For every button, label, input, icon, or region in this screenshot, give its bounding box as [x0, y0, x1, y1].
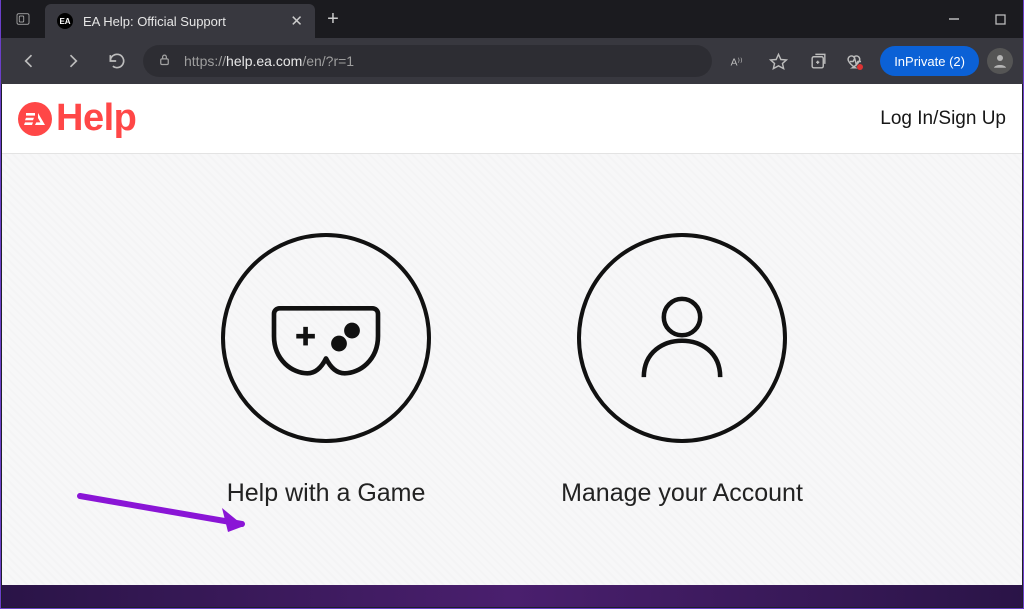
page-bottom-accent: [2, 585, 1022, 607]
person-icon: [577, 233, 787, 443]
manage-account-option[interactable]: Manage your Account: [561, 233, 803, 508]
window-controls: ✕: [931, 0, 1023, 38]
gamepad-icon: [221, 233, 431, 443]
url-text: https://help.ea.com/en/?r=1: [184, 53, 354, 69]
inprivate-indicator[interactable]: InPrivate (2): [880, 46, 979, 76]
collections-icon[interactable]: [800, 43, 836, 79]
browser-titlebar: EA EA Help: Official Support ✕ + ✕: [1, 0, 1023, 38]
address-bar[interactable]: https://help.ea.com/en/?r=1: [143, 45, 712, 77]
refresh-button[interactable]: [99, 43, 135, 79]
login-link[interactable]: Log In/Sign Up: [880, 108, 1006, 130]
help-options-area: Help with a Game Manage your Account: [2, 154, 1022, 586]
ea-logo-icon: [18, 102, 52, 136]
tab-title: EA Help: Official Support: [83, 14, 226, 29]
manage-account-label: Manage your Account: [561, 479, 803, 508]
page-content: Help Log In/Sign Up Help with a Game: [2, 84, 1022, 586]
ea-help-logo[interactable]: Help: [18, 97, 136, 140]
favorite-icon[interactable]: [760, 43, 796, 79]
svg-text:A⁾⁾: A⁾⁾: [730, 57, 742, 68]
forward-button[interactable]: [55, 43, 91, 79]
help-with-game-option[interactable]: Help with a Game: [221, 233, 431, 508]
brand-word: Help: [56, 97, 136, 140]
back-button[interactable]: [11, 43, 47, 79]
lock-icon: [157, 52, 172, 70]
tab-actions-button[interactable]: [1, 0, 45, 38]
close-tab-icon[interactable]: ✕: [290, 12, 303, 30]
browser-toolbar: https://help.ea.com/en/?r=1 A⁾⁾ InPrivat…: [1, 38, 1023, 84]
window-minimize-button[interactable]: [931, 0, 977, 38]
new-tab-button[interactable]: +: [315, 0, 351, 38]
profile-avatar[interactable]: [987, 48, 1013, 74]
browser-tab[interactable]: EA EA Help: Official Support ✕: [45, 4, 315, 38]
window-maximize-button[interactable]: [977, 0, 1023, 38]
site-header: Help Log In/Sign Up: [2, 84, 1022, 154]
help-with-game-label: Help with a Game: [227, 479, 426, 508]
read-aloud-icon[interactable]: A⁾⁾: [720, 43, 756, 79]
tab-favicon: EA: [57, 13, 73, 29]
heartbeat-icon[interactable]: [840, 43, 876, 79]
